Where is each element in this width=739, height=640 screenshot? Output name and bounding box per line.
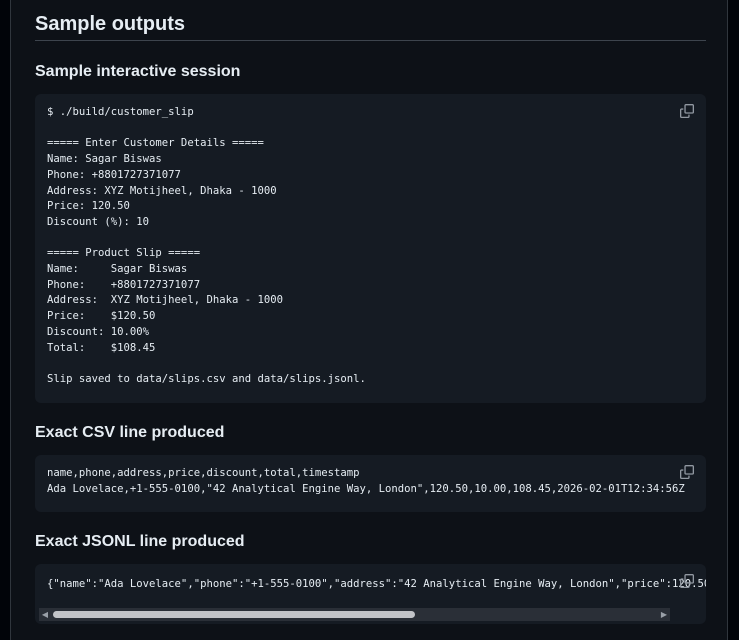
interactive-session-code: $ ./build/customer_slip ===== Enter Cust… <box>47 106 366 385</box>
csv-code: name,phone,address,price,discount,total,… <box>47 467 685 495</box>
copy-icon[interactable] <box>680 465 694 479</box>
horizontal-scrollbar[interactable]: ◀ ▶ <box>39 608 670 621</box>
jsonl-code-block[interactable]: {"name":"Ada Lovelace","phone":"+1-555-0… <box>35 564 706 624</box>
csv-heading: Exact CSV line produced <box>35 424 225 441</box>
jsonl-heading: Exact JSONL line produced <box>35 533 245 550</box>
scroll-right-arrow-icon[interactable]: ▶ <box>658 608 670 621</box>
interactive-session-heading: Sample interactive session <box>35 63 241 80</box>
copy-icon[interactable] <box>680 574 694 588</box>
markdown-panel: Sample outputs Sample interactive sessio… <box>10 0 728 640</box>
interactive-session-code-block[interactable]: $ ./build/customer_slip ===== Enter Cust… <box>35 94 706 403</box>
scroll-left-arrow-icon[interactable]: ◀ <box>39 608 51 621</box>
scrollbar-thumb[interactable] <box>53 611 415 618</box>
section-title: Sample outputs <box>35 9 706 41</box>
copy-icon[interactable] <box>680 104 694 118</box>
csv-code-block[interactable]: name,phone,address,price,discount,total,… <box>35 455 706 512</box>
jsonl-code: {"name":"Ada Lovelace","phone":"+1-555-0… <box>47 578 706 590</box>
